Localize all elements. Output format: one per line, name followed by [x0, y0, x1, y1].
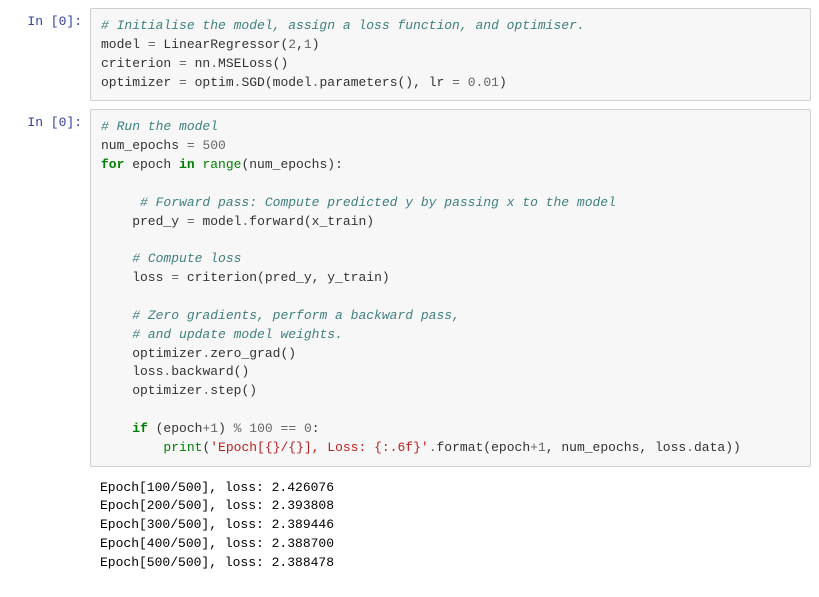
code-token: = — [179, 75, 187, 90]
code-cell: In [0]: # Initialise the model, assign a … — [8, 8, 811, 101]
code-editor[interactable]: # Initialise the model, assign a loss fu… — [90, 8, 811, 101]
code-token: . — [210, 56, 218, 71]
code-token: = — [179, 56, 187, 71]
code-token: # Run the model — [101, 119, 218, 134]
code-token: + — [530, 440, 538, 455]
code-token: # Compute loss — [132, 251, 241, 266]
code-token: 2 — [288, 37, 296, 52]
output-text: Epoch[100/500], loss: 2.426076 Epoch[200… — [90, 475, 811, 581]
code-token: = — [452, 75, 460, 90]
code-token: . — [202, 346, 210, 361]
code-token: 500 — [202, 138, 225, 153]
code-token: = — [187, 138, 195, 153]
code-token: . — [234, 75, 242, 90]
code-token: % — [234, 421, 242, 436]
code-token: . — [429, 440, 437, 455]
code-token: # Forward pass: Compute predicted y by p… — [140, 195, 616, 210]
code-token: 'Epoch[{}/{}], Loss: {:.6f}' — [210, 440, 428, 455]
code-token: . — [241, 214, 249, 229]
code-token: 1 — [210, 421, 218, 436]
input-prompt: In [0]: — [8, 109, 90, 466]
code-token: = — [148, 37, 156, 52]
output-prompt — [8, 475, 90, 581]
code-token: = — [187, 214, 195, 229]
notebook-container: In [0]: # Initialise the model, assign a … — [8, 8, 811, 581]
code-token: == — [281, 421, 297, 436]
code-token: . — [686, 440, 694, 455]
code-token: 0 — [304, 421, 312, 436]
code-editor[interactable]: # Run the model num_epochs = 500 for epo… — [90, 109, 811, 466]
code-token: 1 — [538, 440, 546, 455]
output-cell: Epoch[100/500], loss: 2.426076 Epoch[200… — [8, 475, 811, 581]
code-token: print — [163, 440, 202, 455]
code-token: # and update model weights. — [132, 327, 343, 342]
code-token: in — [179, 157, 195, 172]
input-prompt: In [0]: — [8, 8, 90, 101]
code-token: # Initialise the model, assign a loss fu… — [101, 18, 585, 33]
code-token: . — [202, 383, 210, 398]
code-token: 100 — [249, 421, 272, 436]
code-token: if — [132, 421, 148, 436]
code-token: = — [171, 270, 179, 285]
code-token: range — [202, 157, 241, 172]
code-token: . — [163, 364, 171, 379]
code-token: 1 — [304, 37, 312, 52]
code-token: . — [312, 75, 320, 90]
code-cell: In [0]:# Run the model num_epochs = 500 … — [8, 109, 811, 466]
code-token: # Zero gradients, perform a backward pas… — [132, 308, 460, 323]
code-token: for — [101, 157, 124, 172]
code-token: 0.01 — [468, 75, 499, 90]
